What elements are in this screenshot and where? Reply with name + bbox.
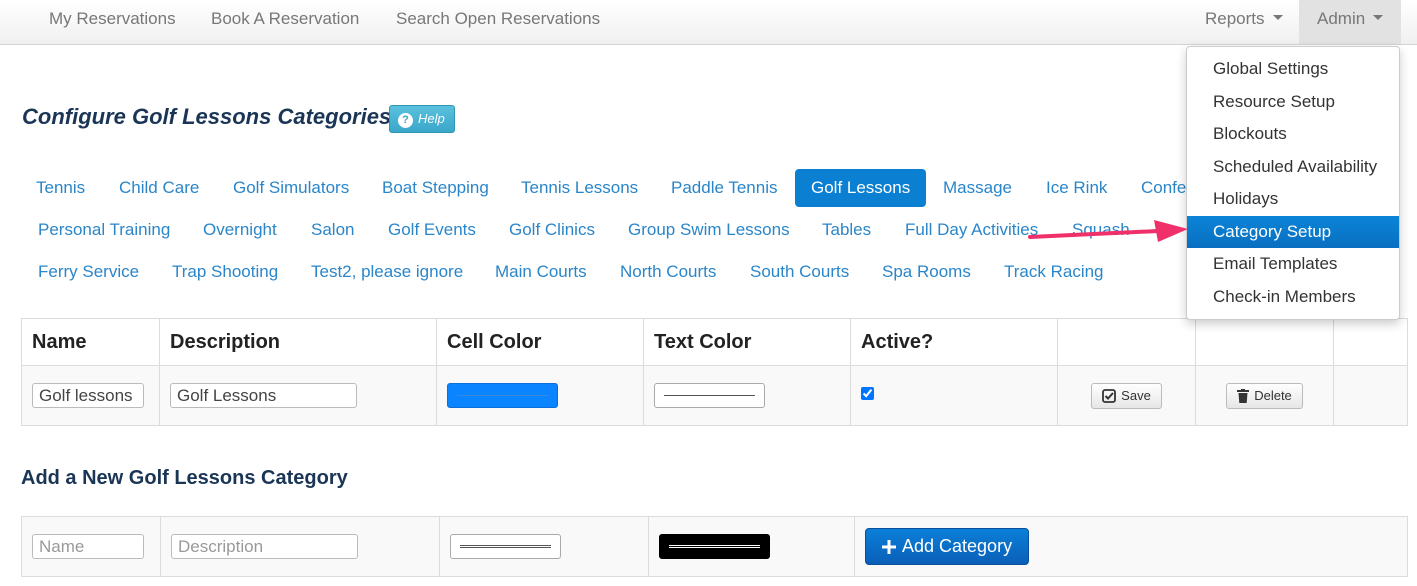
header-blank xyxy=(1333,318,1408,366)
header-text-color: Text Color xyxy=(643,318,851,366)
save-button[interactable]: Save xyxy=(1091,382,1162,409)
pill-boat-stepping[interactable]: Boat Stepping xyxy=(366,169,505,207)
pill-south-courts[interactable]: South Courts xyxy=(734,253,865,291)
pill-personal-training[interactable]: Personal Training xyxy=(22,211,186,249)
add-description-cell xyxy=(160,516,440,577)
add-text-color-cell xyxy=(648,516,855,577)
text-color-cell xyxy=(643,365,851,426)
pill-tennis[interactable]: Tennis xyxy=(20,169,101,207)
cell-color-cell xyxy=(436,365,644,426)
pill-trap-shooting[interactable]: Trap Shooting xyxy=(156,253,294,291)
header-active: Active? xyxy=(850,318,1058,366)
color-line xyxy=(460,545,551,548)
admin-dropdown-menu: Global Settings Resource Setup Blockouts… xyxy=(1186,46,1400,320)
delete-label: Delete xyxy=(1254,388,1292,403)
menu-category-setup[interactable]: Category Setup xyxy=(1187,215,1399,248)
table-row: Save Delete xyxy=(21,365,1408,426)
plus-icon xyxy=(882,539,896,554)
annotation-arrow-icon xyxy=(1028,220,1188,242)
pill-north-courts[interactable]: North Courts xyxy=(604,253,732,291)
pill-golf-simulators[interactable]: Golf Simulators xyxy=(217,169,365,207)
pill-ferry-service[interactable]: Ferry Service xyxy=(22,253,155,291)
add-row: Add Category xyxy=(21,516,1408,577)
pill-track-racing[interactable]: Track Racing xyxy=(988,253,1120,291)
delete-cell: Delete xyxy=(1195,365,1334,426)
pill-main-courts[interactable]: Main Courts xyxy=(479,253,603,291)
categories-table: Name Description Cell Color Text Color A… xyxy=(21,318,1408,426)
caret-down-icon xyxy=(1373,15,1384,21)
pill-salon[interactable]: Salon xyxy=(295,211,370,249)
new-cell-color-picker[interactable] xyxy=(450,534,561,559)
new-text-color-picker[interactable] xyxy=(659,534,770,559)
color-line xyxy=(669,545,760,548)
add-category-label: Add Category xyxy=(902,536,1013,556)
table-header-row: Name Description Cell Color Text Color A… xyxy=(21,318,1408,366)
menu-check-in-members[interactable]: Check-in Members xyxy=(1187,281,1399,314)
pill-overnight[interactable]: Overnight xyxy=(187,211,293,249)
nav-my-reservations[interactable]: My Reservations xyxy=(49,0,176,44)
add-name-cell xyxy=(21,516,161,577)
save-cell: Save xyxy=(1057,365,1196,426)
active-cell xyxy=(850,365,1058,426)
delete-button[interactable]: Delete xyxy=(1226,382,1303,409)
help-label: Help xyxy=(418,111,445,126)
top-navbar: My Reservations Book A Reservation Searc… xyxy=(0,0,1417,45)
menu-email-templates[interactable]: Email Templates xyxy=(1187,248,1399,281)
new-description-input[interactable] xyxy=(171,534,358,559)
add-button-cell: Add Category xyxy=(854,516,1408,577)
help-button[interactable]: ? Help xyxy=(389,105,455,133)
admin-label: Admin xyxy=(1317,9,1366,28)
pill-tables[interactable]: Tables xyxy=(806,211,887,249)
menu-blockouts[interactable]: Blockouts xyxy=(1187,118,1399,151)
nav-search-open-reservations[interactable]: Search Open Reservations xyxy=(396,0,600,44)
pill-golf-lessons[interactable]: Golf Lessons xyxy=(795,169,927,207)
pill-tennis-lessons[interactable]: Tennis Lessons xyxy=(505,169,654,207)
reports-label: Reports xyxy=(1205,9,1265,28)
active-checkbox[interactable] xyxy=(861,386,874,400)
header-description: Description xyxy=(159,318,437,366)
blank-cell xyxy=(1333,365,1408,426)
color-line xyxy=(457,395,548,396)
question-icon: ? xyxy=(398,113,413,128)
description-cell xyxy=(159,365,437,426)
menu-scheduled-availability[interactable]: Scheduled Availability xyxy=(1187,151,1399,184)
name-cell xyxy=(21,365,160,426)
pill-ice-rink[interactable]: Ice Rink xyxy=(1030,169,1123,207)
pill-paddle-tennis[interactable]: Paddle Tennis xyxy=(655,169,794,207)
add-cell-color-cell xyxy=(439,516,649,577)
menu-holidays[interactable]: Holidays xyxy=(1187,183,1399,216)
pill-test2[interactable]: Test2, please ignore xyxy=(295,253,479,291)
header-blank xyxy=(1057,318,1196,366)
page-title: Configure Golf Lessons Categories xyxy=(22,104,392,129)
nav-book-reservation[interactable]: Book A Reservation xyxy=(211,0,359,44)
caret-down-icon xyxy=(1272,15,1283,21)
trash-icon xyxy=(1237,388,1250,403)
header-cell-color: Cell Color xyxy=(436,318,644,366)
menu-resource-setup[interactable]: Resource Setup xyxy=(1187,86,1399,119)
nav-admin-dropdown[interactable]: Admin xyxy=(1299,0,1402,44)
add-section-title: Add a New Golf Lessons Category xyxy=(21,467,348,489)
category-description-input[interactable] xyxy=(170,383,357,408)
add-category-table: Add Category xyxy=(21,516,1408,577)
add-category-button[interactable]: Add Category xyxy=(865,528,1030,565)
pill-group-swim-lessons[interactable]: Group Swim Lessons xyxy=(612,211,806,249)
header-name: Name xyxy=(21,318,160,366)
pill-golf-clinics[interactable]: Golf Clinics xyxy=(493,211,611,249)
color-line xyxy=(664,395,755,396)
nav-reports-dropdown[interactable]: Reports xyxy=(1205,0,1283,44)
pill-golf-events[interactable]: Golf Events xyxy=(372,211,492,249)
new-name-input[interactable] xyxy=(32,534,144,559)
save-label: Save xyxy=(1121,388,1151,403)
check-square-icon xyxy=(1102,388,1117,403)
menu-global-settings[interactable]: Global Settings xyxy=(1187,53,1399,86)
pill-spa-rooms[interactable]: Spa Rooms xyxy=(866,253,987,291)
cell-color-picker[interactable] xyxy=(447,383,558,408)
pill-child-care[interactable]: Child Care xyxy=(103,169,215,207)
text-color-picker[interactable] xyxy=(654,383,765,408)
header-blank xyxy=(1195,318,1334,366)
pill-massage[interactable]: Massage xyxy=(927,169,1028,207)
category-name-input[interactable] xyxy=(32,383,144,408)
